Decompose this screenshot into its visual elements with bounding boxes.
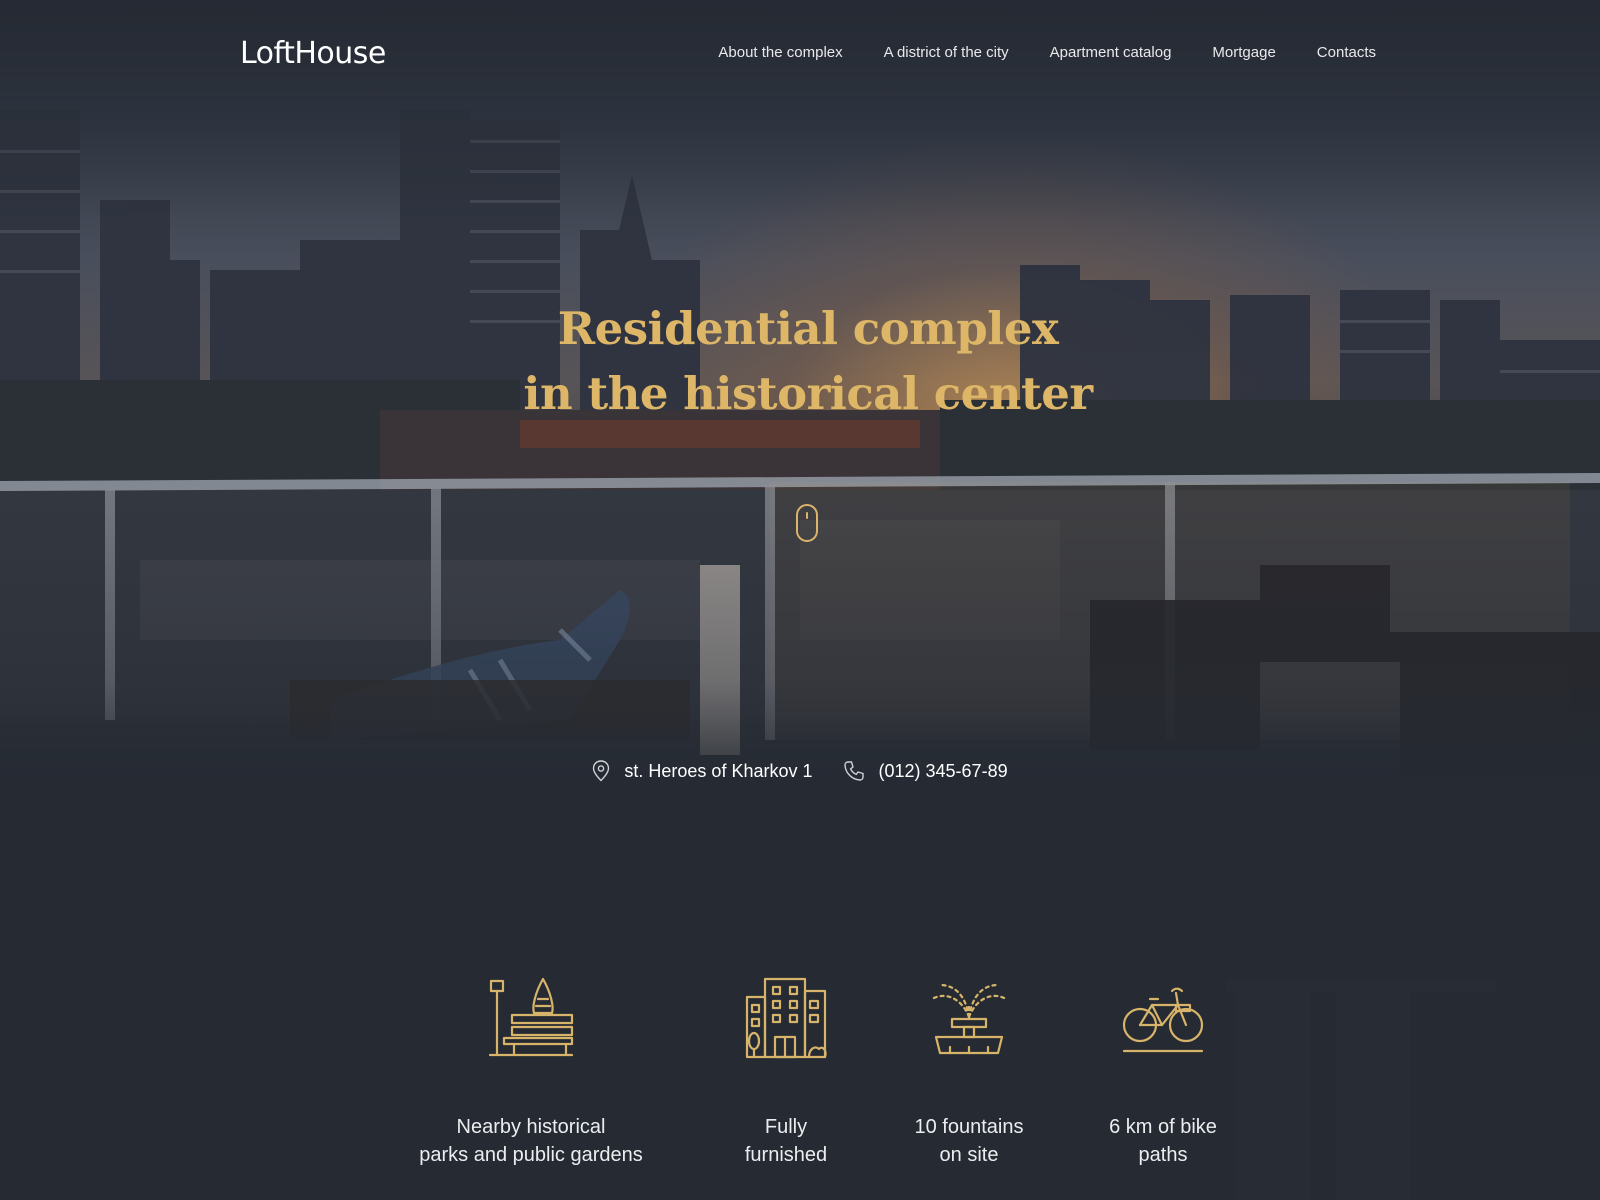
hero-title: Residential complex in the historical ce… (0, 296, 1600, 426)
feature-label-line-2: parks and public gardens (419, 1144, 643, 1166)
phone[interactable]: (012) 345-67-89 (843, 760, 1008, 782)
feature-label: 6 km of bike paths (1083, 1113, 1243, 1169)
feature-label-line-2: paths (1138, 1144, 1188, 1166)
feature-label-line-2: furnished (744, 1144, 828, 1166)
mouse-wheel (806, 512, 808, 519)
nav-city-district[interactable]: A district of the city (884, 44, 1009, 61)
bicycle-icon (1122, 987, 1204, 1053)
feature-label-line-2: on site (939, 1144, 999, 1166)
hero-title-line-1: Residential complex (557, 302, 1059, 355)
phone-icon (843, 761, 864, 781)
building-icon (745, 977, 827, 1059)
fountain-icon (930, 983, 1008, 1055)
location-pin-icon (593, 760, 610, 782)
park-bench-icon (488, 977, 574, 1057)
nav-mortgage[interactable]: Mortgage (1212, 44, 1275, 61)
feature-label: Fully furnished (706, 1113, 866, 1169)
contact-bar: st. Heroes of Kharkov 1 (012) 345-67-89 (0, 760, 1600, 782)
nav-about-complex[interactable]: About the complex (718, 44, 842, 61)
feature-label-line-1: 6 km of bike (1109, 1116, 1217, 1138)
phone-number[interactable]: (012) 345-67-89 (879, 761, 1008, 782)
address-text: st. Heroes of Kharkov 1 (624, 760, 813, 781)
nav-contacts[interactable]: Contacts (1317, 44, 1376, 61)
feature-label-line-1: 10 fountains (914, 1116, 1024, 1138)
feature-label-line-1: Nearby historical (456, 1116, 606, 1138)
feature-furnished: Fully furnished (706, 975, 866, 1169)
hero-title-line-2: in the historical center (523, 367, 1093, 420)
feature-parks: Nearby historical parks and public garde… (411, 975, 651, 1169)
mouse-scroll-icon[interactable] (796, 504, 818, 542)
feature-label-line-1: Fully (764, 1116, 808, 1138)
feature-fountains: 10 fountains on site (889, 975, 1049, 1169)
feature-bike-paths: 6 km of bike paths (1083, 975, 1243, 1169)
nav-apartment-catalog[interactable]: Apartment catalog (1050, 44, 1172, 61)
feature-label: Nearby historical parks and public garde… (411, 1113, 651, 1169)
main-nav: About the complex A district of the city… (0, 44, 1376, 61)
address: st. Heroes of Kharkov 1 (592, 760, 813, 782)
background-watermark (1226, 980, 1496, 1200)
feature-label: 10 fountains on site (889, 1113, 1049, 1169)
site-header: LoftHouse About the complex A district o… (0, 0, 1600, 110)
